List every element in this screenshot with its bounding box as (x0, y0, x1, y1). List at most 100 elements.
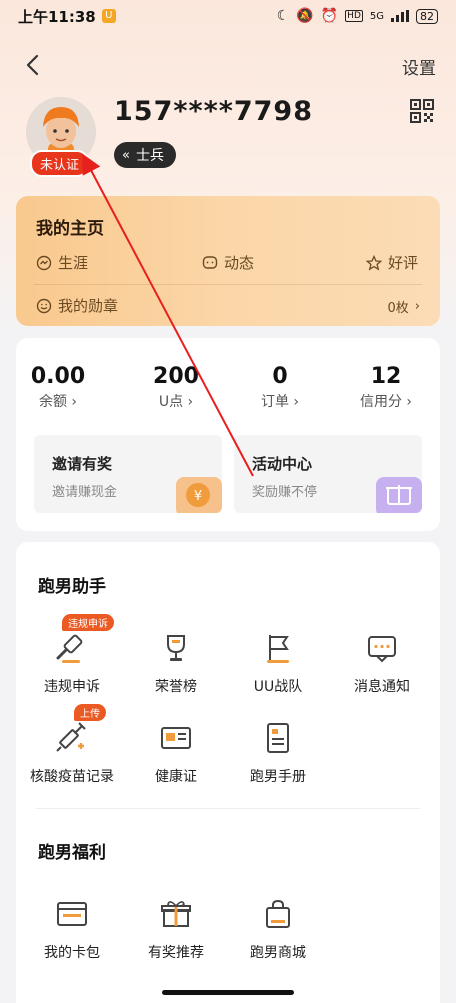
chevron-right-icon: › (414, 299, 420, 314)
card-wallet-label: 我的卡包 (44, 945, 100, 961)
u-points-value: 200 (153, 364, 199, 389)
message-icon (368, 636, 396, 663)
activity-center-banner[interactable]: 活动中心 奖励赚不停 (234, 435, 422, 513)
account-stats-card: 0.00 余额 › 200 U点 › 0 订单 › 12 信用分 › 邀请有奖 … (16, 338, 440, 531)
health-certificate-label: 健康证 (155, 769, 197, 785)
runner-mall-label: 跑男商城 (250, 945, 306, 961)
violation-appeal-label: 违规申诉 (44, 679, 100, 695)
chevron-right-icon: › (288, 394, 300, 410)
honor-board-button[interactable]: 荣誉榜 (126, 630, 226, 696)
moments-link[interactable]: 动态 (202, 252, 254, 273)
my-homepage-card: 我的主页 生涯 动态 好评 我的勋章 0枚 › (16, 196, 440, 326)
syringe-icon (56, 722, 86, 752)
gavel-icon (56, 634, 83, 663)
runner-handbook-label: 跑男手册 (250, 769, 306, 785)
health-certificate-button[interactable]: 健康证 (126, 720, 226, 786)
section-divider (36, 808, 420, 809)
assistant-section-title: 跑男助手 (38, 577, 106, 597)
runner-mall-button[interactable]: 跑男商城 (228, 896, 328, 962)
rank-label: 士兵 (135, 148, 164, 164)
medal-count: 0枚 (387, 301, 409, 316)
referral-reward-button[interactable]: 有奖推荐 (126, 896, 226, 962)
runner-handbook-button[interactable]: 跑男手册 (228, 720, 328, 786)
hd-icon: HD (345, 10, 363, 22)
chevrons-left-icon: « (122, 147, 130, 163)
message-notification-button[interactable]: 消息通知 (332, 630, 432, 696)
activity-title: 活动中心 (252, 455, 313, 473)
welfare-section-title: 跑男福利 (38, 843, 106, 863)
back-icon[interactable] (22, 52, 44, 78)
stat-credit-score[interactable]: 12 信用分 › (338, 364, 434, 411)
honor-board-label: 荣誉榜 (155, 679, 197, 695)
star-icon (366, 254, 382, 271)
do-not-disturb-icon: ☾ (276, 8, 290, 24)
moments-label: 动态 (224, 254, 255, 272)
status-time: 上午11:38 (18, 7, 96, 26)
mute-icon: 🔕 (296, 8, 314, 24)
runner-tools-card: 跑男助手 违规申诉 违规申诉 荣誉榜 UU战队 消息通知 核酸疫苗记录 上传 健… (16, 542, 440, 1003)
handbook-icon (267, 723, 289, 753)
vaccine-record-button[interactable]: 核酸疫苗记录 (22, 720, 122, 786)
u-points-label: U点 (158, 394, 184, 410)
stat-orders[interactable]: 0 订单 › (232, 364, 328, 411)
stat-balance[interactable]: 0.00 余额 › (10, 364, 106, 411)
medals-label: 我的勋章 (58, 297, 119, 315)
medal-icon (36, 298, 52, 313)
referral-reward-label: 有奖推荐 (148, 945, 204, 961)
uu-team-button[interactable]: UU战队 (228, 630, 328, 696)
career-icon (36, 255, 52, 270)
orders-label: 订单 (260, 394, 289, 410)
orders-value: 0 (272, 364, 288, 389)
credit-score-label: 信用分 (359, 394, 402, 410)
flag-icon (267, 635, 289, 663)
id-card-icon (161, 727, 191, 749)
medal-count-link[interactable]: 0枚 › (388, 297, 420, 316)
card-divider (34, 284, 422, 285)
balance-value: 0.00 (30, 364, 86, 389)
violation-appeal-tag: 违规申诉 (62, 614, 114, 631)
status-icons: ☾ 🔕 ⏰ HD 5G 82 (277, 8, 438, 24)
vaccine-record-label: 核酸疫苗记录 (30, 769, 114, 785)
career-label: 生涯 (58, 254, 89, 272)
home-indicator[interactable] (162, 990, 294, 995)
shopping-bag-icon (266, 899, 290, 928)
gift-icon (161, 901, 191, 927)
homepage-title: 我的主页 (36, 219, 104, 239)
verify-status-badge[interactable]: 未认证 (30, 150, 90, 177)
medals-link[interactable]: 我的勋章 (36, 295, 118, 316)
trophy-icon (167, 635, 185, 661)
invite-title: 邀请有奖 (52, 455, 113, 473)
chevron-right-icon: › (183, 394, 194, 410)
uu-team-label: UU战队 (253, 679, 303, 695)
chat-bubble-icon (202, 255, 218, 269)
wallet-icon (57, 902, 87, 926)
network-label: 5G (369, 10, 384, 22)
chevron-right-icon: › (66, 394, 78, 410)
invite-reward-banner[interactable]: 邀请有奖 邀请赚现金 ¥ (34, 435, 222, 513)
alarm-icon: ⏰ (320, 8, 339, 24)
gift-box-icon (376, 477, 422, 513)
reviews-link[interactable]: 好评 (366, 252, 418, 273)
invite-subtitle: 邀请赚现金 (52, 485, 118, 500)
rank-badge[interactable]: « 士兵 (114, 142, 176, 168)
credit-score-value: 12 (370, 364, 402, 389)
upload-tag: 上传 (74, 704, 106, 721)
stat-u-points[interactable]: 200 U点 › (128, 364, 224, 411)
coin-icon: ¥ (176, 477, 222, 513)
qr-code-icon[interactable] (410, 99, 434, 123)
status-bar: 上午11:38 U ☾ 🔕 ⏰ HD 5G 82 (0, 0, 456, 32)
card-wallet-button[interactable]: 我的卡包 (22, 896, 122, 962)
notification-app-icon: U (101, 9, 116, 23)
balance-label: 余额 (38, 394, 67, 410)
message-notification-label: 消息通知 (354, 679, 410, 695)
chevron-right-icon: › (401, 394, 413, 410)
battery-icon: 82 (416, 8, 438, 24)
activity-subtitle: 奖励赚不停 (252, 485, 318, 500)
career-link[interactable]: 生涯 (36, 252, 88, 273)
reviews-label: 好评 (388, 254, 419, 272)
phone-number: 157****7798 (114, 96, 313, 127)
svg-text:¥: ¥ (194, 489, 202, 504)
settings-button[interactable]: 设置 (402, 54, 436, 79)
signal-icon (391, 10, 409, 22)
violation-appeal-button[interactable]: 违规申诉 (22, 630, 122, 696)
